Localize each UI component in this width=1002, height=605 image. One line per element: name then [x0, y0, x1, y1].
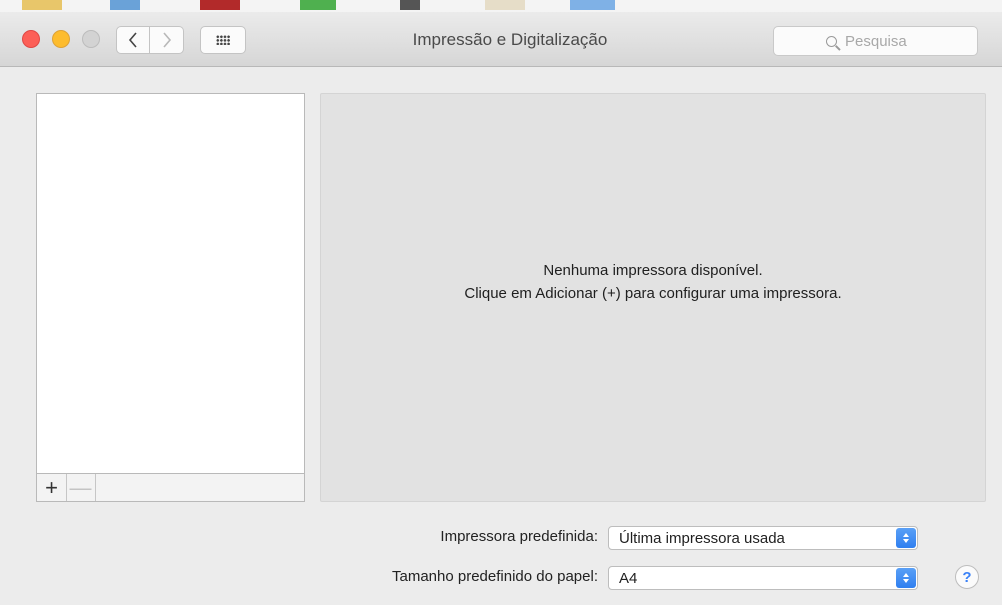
minimize-button[interactable] [52, 30, 70, 48]
paper-size-popup[interactable]: A4 [608, 566, 918, 590]
empty-state-line-1: Nenhuma impressora disponível. [543, 262, 763, 279]
dock-icon-fragment [485, 0, 525, 10]
search-icon [826, 35, 837, 47]
printer-detail-pane: Nenhuma impressora disponível. Clique em… [320, 93, 986, 502]
desktop-behind-strip [0, 0, 1002, 12]
search-input[interactable] [845, 32, 925, 50]
add-printer-button[interactable]: + [37, 474, 67, 501]
dock-icon-fragment [200, 0, 240, 10]
printers-window: Impressão e Digitalização + — Nenhuma im… [0, 0, 1002, 605]
chevron-left-icon [128, 32, 137, 48]
dock-icon-fragment [400, 0, 420, 10]
dock-icon-fragment [570, 0, 615, 10]
popup-arrows-icon [896, 528, 916, 548]
help-button[interactable]: ? [955, 565, 979, 589]
window-title: Impressão e Digitalização [412, 30, 608, 49]
printer-list[interactable] [36, 93, 305, 474]
dock-icon-fragment [22, 0, 62, 10]
paper-size-value: A4 [619, 569, 638, 587]
default-printer-value: Última impressora usada [619, 529, 785, 547]
chevron-right-icon [162, 32, 171, 48]
close-button[interactable] [22, 30, 40, 48]
empty-state-message: Nenhuma impressora disponível. Clique em… [321, 259, 985, 305]
dock-icon-fragment [110, 0, 140, 10]
printer-list-toolbar: + — [36, 474, 305, 502]
back-button[interactable] [116, 26, 150, 54]
default-printer-popup[interactable]: Última impressora usada [608, 526, 918, 550]
zoom-button[interactable] [82, 30, 100, 48]
grid-icon [216, 35, 230, 45]
paper-size-label: Tamanho predefinido do papel: [392, 568, 598, 585]
default-printer-label: Impressora predefinida: [440, 528, 598, 545]
popup-arrows-icon [896, 568, 916, 588]
forward-button[interactable] [150, 26, 184, 54]
empty-state-line-2: Clique em Adicionar (+) para configurar … [464, 285, 842, 302]
title-bar: Impressão e Digitalização [0, 12, 1002, 67]
remove-printer-button[interactable]: — [66, 474, 96, 501]
show-all-button[interactable] [200, 26, 246, 54]
search-field[interactable] [773, 26, 978, 56]
dock-icon-fragment [300, 0, 336, 10]
